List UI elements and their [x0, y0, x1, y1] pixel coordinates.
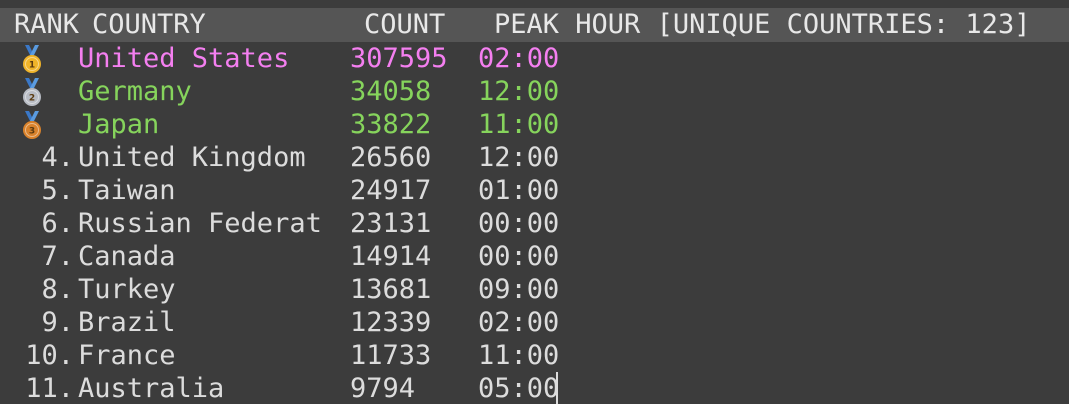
country-cell: Japan: [78, 109, 160, 140]
count-cell: 23131: [350, 208, 432, 239]
country-cell: Australia: [78, 373, 225, 404]
table-row: 2 Germany 34058 12:00: [0, 75, 1069, 108]
count-cell: 24917: [350, 175, 432, 206]
peak-hour-cell: 12:00: [478, 76, 560, 107]
header-peak-hour-label: PEAK HOUR: [494, 9, 641, 40]
gold-medal-icon: 1: [23, 45, 41, 73]
count-cell: 33822: [350, 109, 432, 140]
svg-text:3: 3: [29, 127, 35, 137]
peak-hour-cell: 01:00: [478, 175, 560, 206]
peak-hour-cell: 11:00: [478, 340, 560, 371]
silver-medal-icon: 2: [23, 78, 41, 106]
country-cell: Turkey: [78, 274, 176, 305]
count-cell: 26560: [350, 142, 432, 173]
svg-text:2: 2: [29, 94, 35, 104]
header-country: COUNTRY: [92, 9, 206, 40]
svg-text:1: 1: [29, 61, 35, 71]
peak-hour-cell: 00:00: [478, 241, 560, 272]
bronze-medal-icon: 3: [23, 111, 41, 139]
peak-hour-cell: 12:00: [478, 142, 560, 173]
terminal-window: RANK COUNTRY COUNT PEAK HOUR [UNIQUE COU…: [0, 0, 1069, 404]
rank-cell: 10.: [25, 340, 74, 371]
peak-hour-cell: 05:00: [478, 373, 560, 404]
count-cell: 307595: [350, 43, 448, 74]
rank-cell: 5.: [41, 175, 74, 206]
country-cell: Germany: [78, 76, 192, 107]
peak-hour-cell: 02:00: [478, 307, 560, 338]
country-cell: France: [78, 340, 176, 371]
rank-cell: 11.: [25, 373, 74, 404]
header-peak-hour: PEAK HOUR [UNIQUE COUNTRIES: 123]: [494, 8, 1030, 41]
count-cell: 12339: [350, 307, 432, 338]
rank-cell: 6.: [41, 208, 74, 239]
table-row: 3 Japan 33822 11:00: [0, 108, 1069, 141]
peak-hour-cell: 09:00: [478, 274, 560, 305]
count-cell: 34058: [350, 76, 432, 107]
table-header: RANK COUNTRY COUNT PEAK HOUR [UNIQUE COU…: [0, 8, 1069, 42]
table-row: 10. France 11733 11:00: [0, 339, 1069, 372]
table-row: 5. Taiwan 24917 01:00: [0, 174, 1069, 207]
rank-cell: 7.: [41, 241, 74, 272]
count-cell: 14914: [350, 241, 432, 272]
table-row: 4. United Kingdom 26560 12:00: [0, 141, 1069, 174]
table-row: 1 United States 307595 02:00: [0, 42, 1069, 75]
country-cell: United States: [78, 43, 290, 74]
text-cursor: [556, 372, 558, 404]
count-cell: 9794: [350, 373, 416, 404]
count-cell: 13681: [350, 274, 432, 305]
count-cell: 11733: [350, 340, 432, 371]
table-row: 6. Russian Federat 23131 00:00: [0, 207, 1069, 240]
table-row: 9. Brazil 12339 02:00: [0, 306, 1069, 339]
table-row: 11. Australia 9794 05:00: [0, 372, 1069, 404]
table-row: 8. Turkey 13681 09:00: [0, 273, 1069, 306]
country-cell: Russian Federat: [78, 208, 322, 239]
peak-hour-cell: 11:00: [478, 109, 560, 140]
header-count: COUNT: [364, 9, 446, 40]
header-rank: RANK: [14, 9, 80, 40]
rank-cell: 9.: [41, 307, 74, 338]
country-cell: Taiwan: [78, 175, 176, 206]
table-row: 7. Canada 14914 00:00: [0, 240, 1069, 273]
country-cell: Brazil: [78, 307, 176, 338]
peak-hour-cell: 00:00: [478, 208, 560, 239]
country-cell: Canada: [78, 241, 176, 272]
rank-cell: 8.: [41, 274, 74, 305]
country-cell: United Kingdom: [78, 142, 306, 173]
rank-cell: 4.: [41, 142, 74, 173]
header-unique-countries: [UNIQUE COUNTRIES: 123]: [656, 9, 1031, 40]
peak-hour-cell: 02:00: [478, 43, 560, 74]
